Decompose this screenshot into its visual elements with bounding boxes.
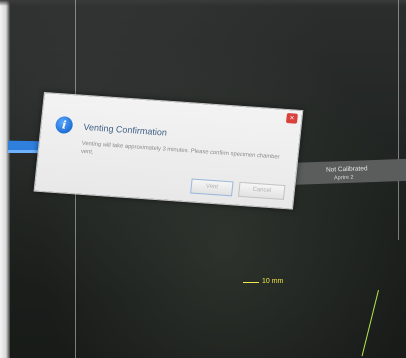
photo-frame: Not Calibrated Aprtre 2 10 mm × i Ventin…	[0, 0, 406, 358]
monitor-top-edge	[0, 0, 406, 6]
viewport-border-line	[398, 0, 399, 240]
cancel-button[interactable]: Cancel	[237, 181, 286, 200]
scale-bar	[243, 282, 259, 283]
calibration-status: Not Calibrated	[325, 165, 368, 174]
vent-button[interactable]: Vent	[190, 178, 234, 197]
monitor-bezel	[0, 0, 10, 358]
scale-label: 10 mm	[262, 278, 284, 285]
dialog-title: Venting Confirmation	[83, 121, 168, 138]
aperture-label: Aprtre 2	[333, 174, 354, 182]
close-button[interactable]: ×	[285, 113, 298, 124]
info-icon: i	[54, 115, 74, 135]
venting-confirmation-dialog: × i Venting Confirmation Venting will ta…	[33, 92, 304, 210]
dialog-message: Venting will take approximately 3 minute…	[80, 140, 280, 161]
